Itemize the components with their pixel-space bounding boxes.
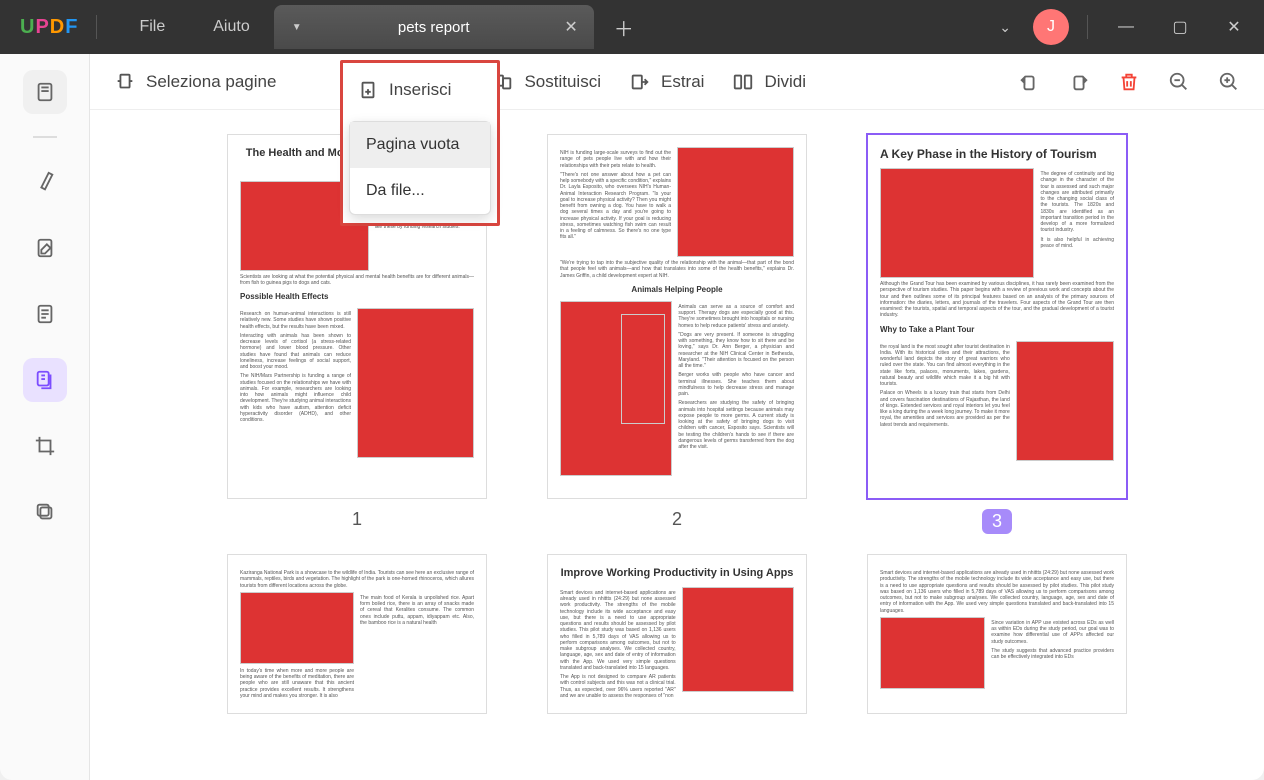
tab-menu-caret-icon[interactable]: ▼ [292, 22, 302, 33]
rail-edit-button[interactable] [23, 226, 67, 270]
page-subhead: Animals Helping People [560, 285, 794, 295]
page-image [677, 147, 794, 257]
multi-page-icon [34, 369, 56, 391]
sostituisci-button[interactable]: Sostituisci [492, 71, 601, 93]
page-thumb-wrap: Kaziranga National Park is a showcase to… [227, 554, 487, 714]
rail-comment-button[interactable] [23, 160, 67, 204]
page-thumbnail-3[interactable]: A Key Phase in the History of Tourism Th… [867, 134, 1127, 499]
main-area: Seleziona pagine Sostituisci Estrai Divi… [90, 54, 1264, 780]
delete-page-button[interactable] [1118, 71, 1140, 93]
rail-crop-button[interactable] [23, 424, 67, 468]
separator [96, 15, 97, 39]
stack-icon [34, 501, 56, 523]
page-image [682, 587, 794, 692]
workspace: Seleziona pagine Sostituisci Estrai Divi… [0, 54, 1264, 780]
zoom-out-icon [1168, 71, 1190, 93]
dropdown-item-da-file[interactable]: Da file... [350, 168, 490, 214]
edit-page-icon [34, 237, 56, 259]
page-thumb-wrap: Smart devices and internet-based applica… [867, 554, 1127, 714]
rail-page-tools-button[interactable] [23, 292, 67, 336]
page-thumb-wrap: A Key Phase in the History of Tourism Th… [867, 134, 1127, 534]
page-thumb-wrap: Improve Working Productivity in Using Ap… [547, 554, 807, 714]
page-image [1016, 341, 1114, 461]
document-tab[interactable]: ▼ pets report ✕ [274, 5, 594, 49]
rotate-left-button[interactable] [1018, 71, 1040, 93]
page-image [357, 308, 474, 458]
page-number: 1 [352, 509, 362, 530]
page-number-selected: 3 [982, 509, 1012, 534]
menu-aiuto[interactable]: Aiuto [189, 18, 273, 36]
insert-page-icon [357, 79, 379, 101]
close-tab-icon[interactable]: ✕ [564, 17, 577, 37]
select-pages-icon [114, 71, 136, 93]
page-image [880, 168, 1034, 278]
rail-layers-button[interactable] [23, 490, 67, 534]
grid-row: Kaziranga National Park is a showcase to… [140, 554, 1214, 714]
chevron-down-icon[interactable]: ⌄ [999, 19, 1011, 36]
organize-toolbar: Seleziona pagine Sostituisci Estrai Divi… [90, 54, 1264, 110]
trash-icon [1118, 71, 1140, 93]
page-icon [34, 81, 56, 103]
rotate-right-button[interactable] [1068, 71, 1090, 93]
pen-icon [34, 171, 56, 193]
zoom-in-icon [1218, 71, 1240, 93]
app-logo: UPDF [20, 16, 78, 39]
page-number: 2 [672, 509, 682, 530]
page-subhead: Possible Health Effects [240, 292, 474, 302]
menu-file[interactable]: File [115, 18, 189, 36]
estrai-button[interactable]: Estrai [629, 71, 704, 93]
inserisci-callout: Inserisci Pagina vuota Da file... [340, 60, 500, 226]
page-thumbnail-6[interactable]: Smart devices and internet-based applica… [867, 554, 1127, 714]
rail-organize-pages-button[interactable] [23, 358, 67, 402]
window-close-button[interactable]: ✕ [1214, 7, 1254, 47]
separator [1087, 15, 1088, 39]
page-title: Improve Working Productivity in Using Ap… [560, 567, 794, 581]
grid-row: The Health and Mood-Boosting Benefits of… [140, 134, 1214, 534]
user-avatar[interactable]: J [1033, 9, 1069, 45]
zoom-out-button[interactable] [1168, 71, 1190, 93]
page-image [560, 301, 672, 476]
page-image [880, 617, 985, 689]
rotate-right-icon [1068, 71, 1090, 93]
split-icon [732, 71, 754, 93]
page-title: A Key Phase in the History of Tourism [880, 147, 1114, 162]
new-tab-button[interactable]: ＋ [614, 13, 634, 42]
page-lines-icon [34, 303, 56, 325]
extract-icon [629, 71, 651, 93]
separator [33, 136, 57, 138]
rail-view-button[interactable] [23, 70, 67, 114]
tab-title: pets report [398, 19, 470, 36]
page-grid[interactable]: The Health and Mood-Boosting Benefits of… [90, 110, 1264, 780]
page-thumbnail-2[interactable]: NIH is funding large-scale surveys to fi… [547, 134, 807, 499]
titlebar-right: ⌄ J ― ▢ ✕ [999, 7, 1254, 47]
crop-icon [34, 435, 56, 457]
titlebar: UPDF File Aiuto ▼ pets report ✕ ＋ ⌄ J ― … [0, 0, 1264, 54]
inserisci-dropdown: Pagina vuota Da file... [349, 121, 491, 215]
side-rail [0, 54, 90, 780]
window-minimize-button[interactable]: ― [1106, 7, 1146, 47]
page-subhead: Why to Take a Plant Tour [880, 325, 1114, 335]
inserisci-button[interactable]: Inserisci [343, 63, 497, 117]
page-image [240, 592, 354, 664]
window-maximize-button[interactable]: ▢ [1160, 7, 1200, 47]
zoom-in-button[interactable] [1218, 71, 1240, 93]
dividi-button[interactable]: Dividi [732, 71, 806, 93]
page-thumb-wrap: NIH is funding large-scale surveys to fi… [547, 134, 807, 534]
seleziona-pagine-button[interactable]: Seleziona pagine [114, 71, 276, 93]
page-thumbnail-4[interactable]: Kaziranga National Park is a showcase to… [227, 554, 487, 714]
dropdown-item-pagina-vuota[interactable]: Pagina vuota [350, 122, 490, 168]
rotate-left-icon [1018, 71, 1040, 93]
page-thumbnail-5[interactable]: Improve Working Productivity in Using Ap… [547, 554, 807, 714]
